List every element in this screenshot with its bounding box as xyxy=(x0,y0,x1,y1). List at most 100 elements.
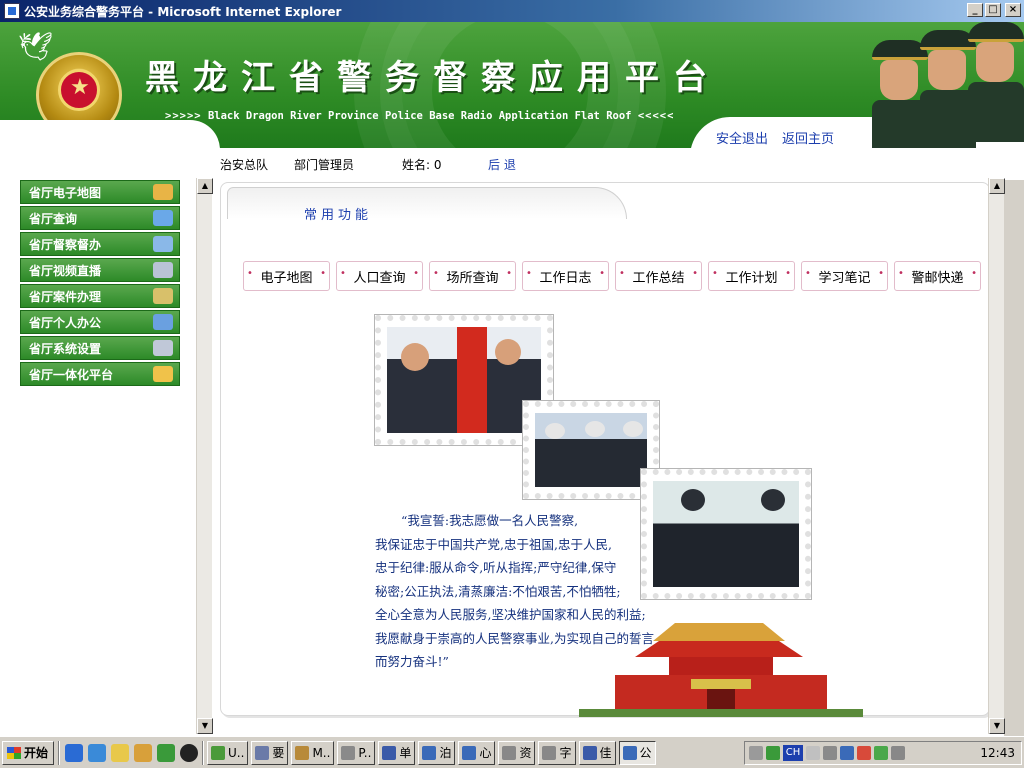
platform-subtitle: >>>>> Black Dragon River Province Police… xyxy=(165,110,675,122)
app-icon xyxy=(295,745,310,760)
func-map-button[interactable]: 电子地图 xyxy=(243,261,330,291)
user-unit: 治安总队 xyxy=(220,158,269,172)
dove-icon: 🕊 xyxy=(18,30,54,63)
tray-app-icon[interactable] xyxy=(857,746,871,760)
scroll-up-button[interactable]: ▲ xyxy=(197,178,213,194)
system-tray: CH 12:43 xyxy=(744,741,1022,765)
sidebar-item-query[interactable]: 省厅查询 xyxy=(20,206,180,230)
app-icon xyxy=(502,745,517,760)
sidebar-item-cases[interactable]: 省厅案件办理 xyxy=(20,284,180,308)
police-photo-march xyxy=(522,400,660,500)
sidebar-item-settings[interactable]: 省厅系统设置 xyxy=(20,336,180,360)
maximize-button[interactable]: □ xyxy=(985,3,1001,17)
grid-icon xyxy=(153,366,173,382)
func-police-mail-button[interactable]: 警邮快递 xyxy=(894,261,981,291)
func-work-summary-button[interactable]: 工作总结 xyxy=(615,261,702,291)
back-link[interactable]: 后 退 xyxy=(488,156,516,173)
settings-icon xyxy=(153,340,173,356)
close-button[interactable]: × xyxy=(1005,3,1021,17)
func-venue-query-button[interactable]: 场所查询 xyxy=(429,261,516,291)
window-title-bar[interactable]: 公安业务综合警务平台 - Microsoft Internet Explorer… xyxy=(0,0,1024,22)
platform-title: 黑龙江省警务督察应用平台 xyxy=(145,58,721,98)
sidebar-scrollbar[interactable]: ▲ ▼ xyxy=(196,178,213,734)
police-officers-photo xyxy=(872,22,1024,148)
sidebar-item-video[interactable]: 省厅视频直播 xyxy=(20,258,180,282)
scroll-up-button[interactable]: ▲ xyxy=(989,178,1005,194)
taskbar-item-active[interactable]: 公 xyxy=(618,740,656,765)
tray-app-icon[interactable] xyxy=(823,746,837,760)
func-work-plan-button[interactable]: 工作计划 xyxy=(708,261,795,291)
taskbar-item[interactable]: 资 xyxy=(498,740,536,765)
keyboard-icon[interactable] xyxy=(806,746,820,760)
taskbar-item[interactable]: 心 xyxy=(458,740,496,765)
user-info-bar: 治安总队 部门管理员 姓名: 0 后 退 xyxy=(0,148,1024,180)
app-icon xyxy=(341,745,356,760)
taskbar-item[interactable]: 泊 xyxy=(418,740,456,765)
window-title: 公安业务综合警务平台 - Microsoft Internet Explorer xyxy=(24,4,342,19)
person-icon xyxy=(153,314,173,330)
tray-app-icon[interactable] xyxy=(874,746,888,760)
tab-common-functions[interactable]: 常用功能 xyxy=(227,187,627,223)
windows-flag-icon xyxy=(7,746,21,759)
app-quicklaunch-icon[interactable] xyxy=(134,743,152,762)
main-scrollbar[interactable]: ▲ ▼ xyxy=(988,178,1005,734)
sidebar: 省厅电子地图 省厅查询 省厅督察督办 省厅视频直播 省厅案件办理 省厅个人办公 … xyxy=(0,178,214,736)
header-banner: 🕊 🕊 黑龙江省警务督察应用平台 >>>>> Black Dragon Rive… xyxy=(0,22,1024,148)
camera-icon xyxy=(153,262,173,278)
user-role: 部门管理员 xyxy=(294,158,355,172)
language-indicator[interactable]: CH xyxy=(783,745,803,761)
desktop-quicklaunch-icon[interactable] xyxy=(111,743,129,762)
network-quicklaunch-icon[interactable] xyxy=(157,743,175,762)
sidebar-item-integrated[interactable]: 省厅一体化平台 xyxy=(20,362,180,386)
window-controls: _ □ × xyxy=(967,3,1021,17)
function-bar: 电子地图 人口查询 场所查询 工作日志 工作总结 工作计划 学习笔记 警邮快递 xyxy=(243,261,981,291)
main-content: 常用功能 电子地图 人口查询 场所查询 工作日志 工作总结 工作计划 学习笔记 … xyxy=(214,178,1005,736)
sidebar-nav: 省厅电子地图 省厅查询 省厅督察督办 省厅视频直播 省厅案件办理 省厅个人办公 … xyxy=(20,180,180,388)
start-button[interactable]: 开始 xyxy=(2,740,54,765)
minimize-button[interactable]: _ xyxy=(967,3,983,17)
func-study-notes-button[interactable]: 学习笔记 xyxy=(801,261,888,291)
magnifier-icon xyxy=(153,210,173,226)
home-link[interactable]: 返回主页 xyxy=(782,128,834,147)
logout-link[interactable]: 安全退出 xyxy=(716,128,768,147)
taskbar: 开始 U.. 要 M.. P.. 单 泊 心 资 字 佳 公 CH 12:43 xyxy=(0,736,1024,768)
network-icon[interactable] xyxy=(766,746,780,760)
taskbar-item[interactable]: M.. xyxy=(291,740,335,765)
app-icon xyxy=(211,745,225,760)
scroll-down-button[interactable]: ▼ xyxy=(989,718,1005,734)
tray-user-icon[interactable] xyxy=(891,746,905,760)
network-icon xyxy=(153,236,173,252)
tray-app-icon[interactable] xyxy=(840,746,854,760)
app-icon xyxy=(542,745,557,760)
sidebar-item-personal[interactable]: 省厅个人办公 xyxy=(20,310,180,334)
content-panel: 常用功能 电子地图 人口查询 场所查询 工作日志 工作总结 工作计划 学习笔记 … xyxy=(220,182,990,717)
user-name: 姓名: 0 xyxy=(402,158,442,172)
outlook-quicklaunch-icon[interactable] xyxy=(88,743,106,762)
app-icon xyxy=(582,745,597,760)
hand-map-icon xyxy=(153,184,173,200)
app-icon xyxy=(462,745,477,760)
taskbar-item[interactable]: 字 xyxy=(538,740,576,765)
taskbar-item[interactable]: 要 xyxy=(251,740,289,765)
taskbar-item[interactable]: 佳 xyxy=(578,740,616,765)
ie-icon xyxy=(4,3,20,19)
func-work-log-button[interactable]: 工作日志 xyxy=(522,261,609,291)
app-icon xyxy=(422,745,437,760)
scroll-down-button[interactable]: ▼ xyxy=(197,718,213,734)
tiananmen-gate-image xyxy=(579,623,863,717)
func-population-query-button[interactable]: 人口查询 xyxy=(336,261,423,291)
clock: 12:43 xyxy=(980,746,1015,760)
taskbar-item[interactable]: 单 xyxy=(378,740,416,765)
qq-quicklaunch-icon[interactable] xyxy=(180,743,198,762)
sidebar-item-supervision[interactable]: 省厅督察督办 xyxy=(20,232,180,256)
taskbar-item[interactable]: U.. xyxy=(207,740,249,765)
header-links: 安全退出 返回主页 xyxy=(716,128,834,147)
pen-icon xyxy=(153,288,173,304)
ie-icon xyxy=(622,745,637,760)
sidebar-item-map[interactable]: 省厅电子地图 xyxy=(20,180,180,204)
taskbar-item[interactable]: P.. xyxy=(337,740,376,765)
app-icon xyxy=(255,745,270,760)
app-icon xyxy=(382,745,397,760)
ie-quicklaunch-icon[interactable] xyxy=(65,743,83,762)
volume-icon[interactable] xyxy=(749,746,763,760)
